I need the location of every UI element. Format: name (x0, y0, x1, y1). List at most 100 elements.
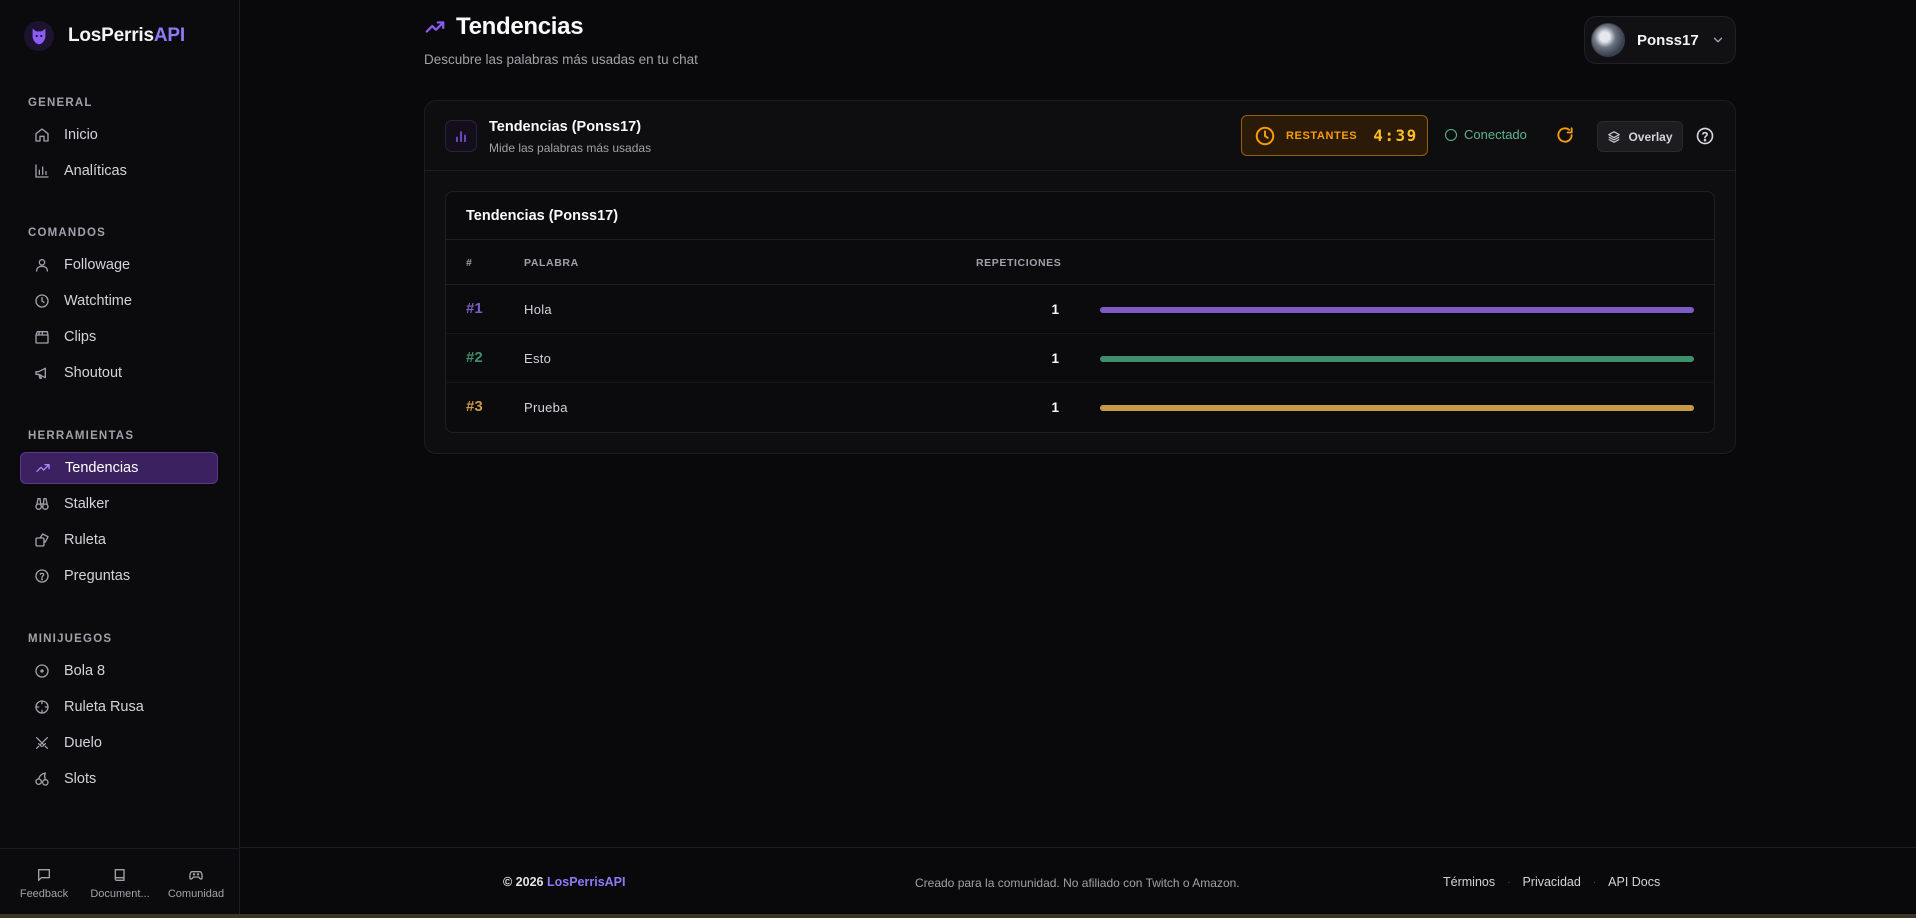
sidebar-item-label: Slots (64, 771, 97, 787)
community-label: Comunidad (167, 888, 225, 900)
user-name: Ponss17 (1637, 31, 1699, 49)
footer-links: Términos · Privacidad · API Docs (1443, 875, 1660, 889)
frequency-bar-fill (1100, 405, 1694, 411)
row-rank: #1 (466, 300, 483, 317)
table-header: # PALABRA REPETICIONES (446, 240, 1714, 285)
sidebar-item-label: Shoutout (64, 365, 123, 381)
gamepad-icon (189, 871, 203, 880)
column-header-repetitions: REPETICIONES (976, 257, 1062, 269)
nav-section-general: GENERAL Inicio Analíticas (20, 97, 218, 191)
sidebar-item-analiticas[interactable]: Analíticas (20, 155, 218, 187)
swords-icon (36, 737, 48, 749)
avatar (1591, 23, 1625, 57)
book-icon (114, 869, 125, 881)
brand-logo-icon (24, 21, 54, 51)
bar-chart-icon (35, 164, 49, 178)
brand[interactable]: LosPerrisAPI (24, 21, 185, 51)
sidebar-item-clips[interactable]: Clips (20, 321, 218, 353)
sidebar-item-label: Analíticas (64, 163, 127, 179)
nav-section-minijuegos: MINIJUEGOS Bola 8 Ruleta Rusa Duelo Slot… (20, 633, 218, 799)
nav-section-comandos: COMANDOS Followage Watchtime Clips Shout… (20, 227, 218, 393)
sidebar-item-label: Watchtime (64, 293, 132, 309)
timer-value: 4:39 (1373, 126, 1418, 145)
column-header-rank: # (466, 257, 473, 269)
card-header: Tendencias (Ponss17) Mide las palabras m… (425, 101, 1735, 171)
sidebar-item-tendencias[interactable]: Tendencias (20, 452, 218, 484)
status-dot-icon (1445, 128, 1457, 141)
documentation-button[interactable]: Document... (83, 867, 157, 900)
sidebar-item-bola-8[interactable]: Bola 8 (20, 655, 218, 687)
page-header: Tendencias (424, 13, 584, 41)
nav-heading: HERRAMIENTAS (28, 430, 135, 442)
frequency-bar-fill (1100, 307, 1694, 313)
row-word: Hola (524, 302, 552, 317)
nav-heading: MINIJUEGOS (28, 633, 113, 645)
timer-label: RESTANTES (1286, 129, 1358, 142)
clapperboard-icon (35, 331, 49, 344)
sidebar-item-label: Bola 8 (64, 663, 106, 679)
help-circle-icon (35, 569, 49, 583)
frequency-bar (1100, 405, 1694, 411)
layers-icon (1608, 130, 1621, 143)
crosshair-icon (35, 700, 49, 714)
row-count: 1 (1051, 302, 1059, 317)
dice-icon (35, 533, 49, 547)
sidebar-item-followage[interactable]: Followage (20, 249, 218, 281)
trending-up-icon (36, 464, 50, 472)
refresh-icon[interactable] (1555, 125, 1575, 145)
bar-chart-icon (445, 120, 477, 152)
bottom-strip (0, 914, 1916, 918)
sidebar-item-preguntas[interactable]: Preguntas (20, 560, 218, 592)
row-rank: #2 (466, 349, 483, 366)
frequency-bar (1100, 356, 1694, 362)
sidebar-item-label: Clips (64, 329, 97, 345)
overlay-label: Overlay (1628, 129, 1673, 144)
sidebar-item-label: Ruleta (64, 532, 106, 548)
trending-up-icon (425, 21, 445, 33)
megaphone-icon (35, 367, 46, 379)
sidebar-item-inicio[interactable]: Inicio (20, 119, 218, 151)
trends-table: Tendencias (Ponss17) # PALABRA REPETICIO… (445, 191, 1715, 433)
sidebar-item-stalker[interactable]: Stalker (20, 488, 218, 520)
message-icon (38, 869, 50, 881)
row-count: 1 (1051, 351, 1059, 366)
table-row: #2 Esto 1 (446, 334, 1714, 383)
table-row: #3 Prueba 1 (446, 383, 1714, 432)
sidebar-item-label: Tendencias (65, 460, 139, 476)
frequency-bar (1100, 307, 1694, 313)
connection-status: Conectado (1445, 127, 1527, 142)
user-icon (36, 259, 48, 272)
user-menu[interactable]: Ponss17 (1584, 16, 1736, 64)
binoculars-icon (35, 498, 49, 510)
row-count: 1 (1051, 400, 1059, 415)
brand-link[interactable]: LosPerrisAPI (547, 875, 626, 889)
column-header-word: PALABRA (524, 257, 579, 269)
privacy-link[interactable]: Privacidad (1522, 875, 1580, 889)
sidebar-item-watchtime[interactable]: Watchtime (20, 285, 218, 317)
sidebar-item-ruleta[interactable]: Ruleta (20, 524, 218, 556)
api-docs-link[interactable]: API Docs (1608, 875, 1660, 889)
sidebar-item-ruleta-rusa[interactable]: Ruleta Rusa (20, 691, 218, 723)
sidebar-item-label: Ruleta Rusa (64, 699, 144, 715)
sidebar-item-slots[interactable]: Slots (20, 763, 218, 795)
nav-heading: GENERAL (28, 97, 93, 109)
brand-name: LosPerrisAPI (68, 25, 185, 46)
sidebar: LosPerrisAPI GENERAL Inicio Analíticas C… (0, 0, 240, 918)
card-title: Tendencias (Ponss17) (489, 119, 642, 135)
row-rank: #3 (466, 398, 483, 415)
status-label: Conectado (1464, 127, 1527, 142)
sidebar-item-label: Stalker (64, 496, 110, 512)
table-title: Tendencias (Ponss17) (446, 192, 1714, 240)
row-word: Esto (524, 351, 552, 366)
frequency-bar-fill (1100, 356, 1694, 362)
community-button[interactable]: Comunidad (159, 867, 233, 900)
sidebar-item-duelo[interactable]: Duelo (20, 727, 218, 759)
overlay-button[interactable]: Overlay (1597, 121, 1683, 152)
page-title: Tendencias (456, 13, 584, 40)
sidebar-item-shoutout[interactable]: Shoutout (20, 357, 218, 389)
terms-link[interactable]: Términos (1443, 875, 1495, 889)
clock-icon (1255, 126, 1275, 145)
help-icon[interactable] (1695, 126, 1715, 146)
feedback-button[interactable]: Feedback (7, 867, 81, 900)
footer: © 2026 LosPerrisAPI Creado para la comun… (240, 847, 1916, 914)
